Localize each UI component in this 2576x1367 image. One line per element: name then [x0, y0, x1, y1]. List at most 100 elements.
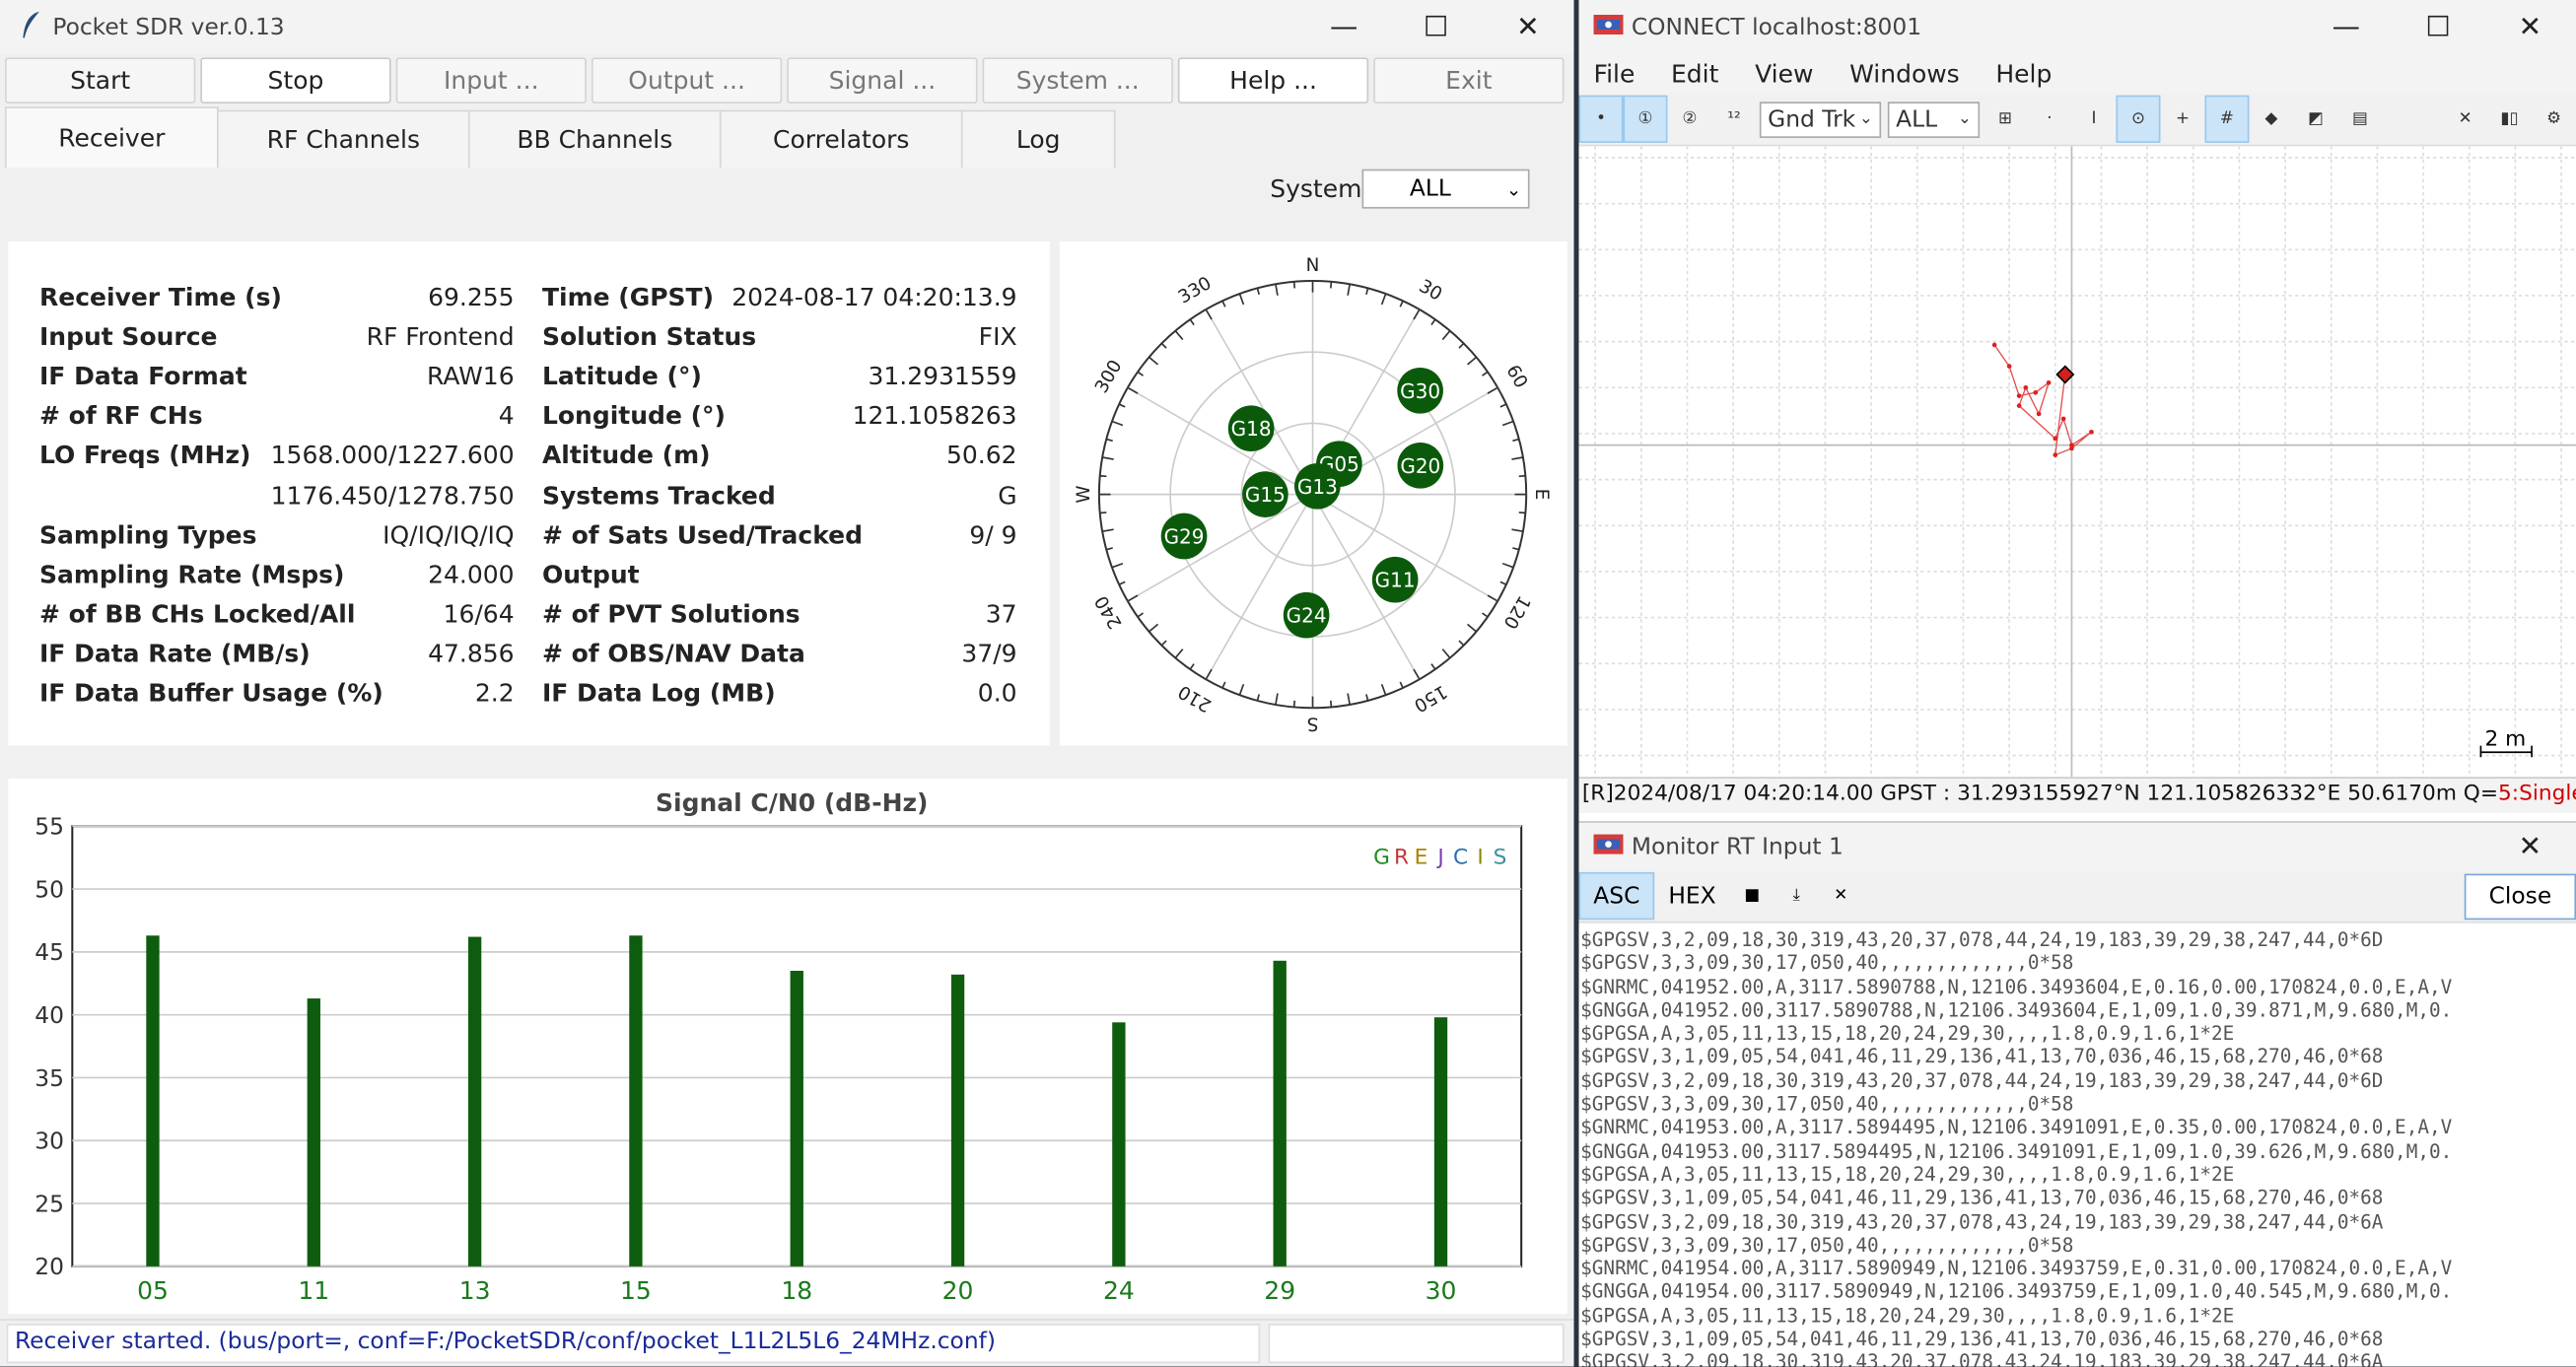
plot-type-select[interactable]: Gnd Trk ⌄	[1759, 101, 1882, 138]
monitor-titlebar[interactable]: Monitor RT Input 1 ✕	[1578, 822, 2576, 871]
cardinal-label: N	[1306, 255, 1320, 276]
y-tick-label: 50	[35, 875, 64, 903]
image-icon[interactable]: ◩	[2293, 96, 2337, 143]
system-filter-select[interactable]: ALL ⌄	[1887, 101, 1981, 138]
maximize-icon[interactable]: ☐	[2392, 11, 2483, 43]
ground-track-plot[interactable]: 2 m	[1578, 146, 2576, 778]
satellite-marker[interactable]: G30	[1397, 367, 1443, 414]
tab-receiver[interactable]: Receiver	[4, 106, 219, 168]
track-point	[1991, 342, 1997, 348]
nmea-line: $GNGGA,041952.00,3117.5890788,N,12106.34…	[1580, 998, 2453, 1022]
menu-windows[interactable]: Windows	[1849, 59, 1960, 89]
status-text: Receiver started. (bus/port=, conf=F:/Po…	[6, 1324, 1261, 1364]
nmea-line: $GNRMC,041952.00,A,3117.5890788,N,12106.…	[1580, 975, 2453, 998]
maximize-icon[interactable]: ☐	[1390, 11, 1482, 43]
pocket-titlebar[interactable]: Pocket SDR ver.0.13 — ☐ ✕	[0, 0, 1574, 54]
satellite-marker[interactable]: G15	[1242, 471, 1288, 517]
legend-letter: E	[1415, 846, 1428, 870]
grid-icon[interactable]: #	[2204, 95, 2250, 143]
settings-icon[interactable]: ⚙	[2532, 96, 2576, 143]
x-tick-label: 05	[137, 1276, 169, 1305]
legend-letter: J	[1435, 846, 1443, 870]
menu-file[interactable]: File	[1594, 59, 1636, 89]
close-icon[interactable]: ✕	[2484, 830, 2576, 862]
errbar-icon[interactable]: I	[2071, 96, 2116, 143]
track-point	[2016, 393, 2022, 398]
monitor-output[interactable]: $GPGSV,3,2,09,18,30,319,43,20,37,078,44,…	[1579, 928, 2576, 1367]
tab-rf-channels[interactable]: RF Channels	[216, 109, 470, 168]
input-button[interactable]: Input ...	[395, 57, 587, 103]
help-button[interactable]: Help ...	[1177, 57, 1369, 103]
info-label: # of PVT Solutions	[541, 598, 801, 629]
connect-titlebar[interactable]: CONNECT localhost:8001 — ☐ ✕	[1578, 0, 2576, 54]
chevron-down-icon: ⌄	[1505, 177, 1522, 200]
status-bar: Receiver started. (bus/port=, conf=F:/Po…	[0, 1319, 1574, 1367]
clear-icon[interactable]: ✕	[1819, 872, 1863, 920]
satellite-marker[interactable]: G29	[1160, 513, 1208, 560]
clear-icon[interactable]: ✕	[2443, 96, 2487, 143]
satellite-marker[interactable]: G20	[1397, 443, 1444, 489]
menu-help[interactable]: Help	[1995, 59, 2052, 89]
feather-icon	[20, 9, 42, 45]
zoom-icon[interactable]: ⊞	[1983, 96, 2027, 143]
satellite-label: G20	[1400, 454, 1440, 478]
nmea-line: $GPGSV,3,3,09,30,17,050,40,,,,,,,,,,,,,0…	[1580, 951, 2074, 975]
marker-icon[interactable]: ◆	[2249, 96, 2293, 143]
hex-tab[interactable]: HEX	[1654, 872, 1730, 920]
stop-icon[interactable]: ■	[1730, 872, 1775, 920]
rtk-app-icon	[1592, 11, 1625, 43]
signal-button[interactable]: Signal ...	[787, 57, 978, 103]
map-icon[interactable]: ▤	[2337, 96, 2382, 143]
menu-edit[interactable]: Edit	[1671, 59, 1718, 89]
y-tick-label: 25	[35, 1190, 64, 1217]
info-value: 9/ 9	[969, 519, 1017, 550]
solution2-icon[interactable]: ②	[1667, 96, 1711, 143]
exit-button[interactable]: Exit	[1373, 57, 1565, 103]
close-icon[interactable]: ✕	[1482, 11, 1573, 43]
point-mode-icon[interactable]: •	[1578, 95, 1624, 143]
cardinal-label: S	[1307, 713, 1319, 733]
legend-letter: S	[1494, 846, 1507, 870]
info-value: 24.000	[428, 559, 515, 589]
azimuth-label: 330	[1175, 273, 1216, 308]
info-label: # of RF CHs	[38, 401, 203, 432]
satellite-marker[interactable]: G11	[1371, 556, 1419, 603]
close-button[interactable]: Close	[2464, 872, 2576, 920]
pocket-sdr-window: Pocket SDR ver.0.13 — ☐ ✕ Start Stop Inp…	[0, 0, 1574, 1367]
tab-correlators[interactable]: Correlators	[719, 109, 963, 168]
y-tick-label: 35	[35, 1064, 64, 1092]
info-label: LO Freqs (MHz)	[38, 441, 251, 471]
minimize-icon[interactable]: —	[2300, 11, 2392, 43]
solution1-icon[interactable]: ①	[1623, 95, 1668, 143]
cn0-bar	[629, 935, 643, 1266]
nmea-line: $GPGSA,A,3,05,11,13,15,18,20,24,29,30,,,…	[1580, 1303, 2235, 1328]
minimize-icon[interactable]: —	[1298, 11, 1390, 43]
asc-tab[interactable]: ASC	[1578, 871, 1655, 921]
satellite-marker[interactable]: G18	[1227, 405, 1275, 452]
satellite-marker[interactable]: G13	[1294, 462, 1341, 510]
x-tick-label: 11	[298, 1276, 329, 1305]
connect-window: CONNECT localhost:8001 — ☐ ✕ File Edit V…	[1578, 0, 2576, 822]
system-button[interactable]: System ...	[982, 57, 1173, 103]
track-point	[2033, 389, 2039, 395]
solution12-icon[interactable]: ¹²	[1711, 96, 1756, 143]
start-button[interactable]: Start	[4, 57, 196, 103]
download-icon[interactable]: ⤓	[1775, 872, 1819, 920]
satellite-label: G18	[1231, 417, 1272, 441]
panel-icon[interactable]: ▮▯	[2487, 96, 2532, 143]
menu-view[interactable]: View	[1755, 59, 1813, 89]
tab-bb-channels[interactable]: BB Channels	[467, 109, 722, 168]
tab-log[interactable]: Log	[960, 109, 1116, 168]
stop-button[interactable]: Stop	[200, 57, 391, 103]
y-tick-label: 30	[35, 1128, 64, 1155]
dot-icon[interactable]: ·	[2027, 96, 2071, 143]
connect-status-bar: [R]2024/08/17 04:20:14.00 GPST : 31.2931…	[1578, 777, 2576, 813]
satellite-marker[interactable]: G24	[1283, 591, 1330, 639]
output-button[interactable]: Output ...	[591, 57, 783, 103]
center-icon[interactable]: ⊙	[2116, 95, 2161, 143]
info-value: 16/64	[443, 598, 515, 629]
system-select[interactable]: ALL ⌄	[1361, 169, 1530, 209]
close-icon[interactable]: ✕	[2484, 11, 2576, 43]
legend-letter: I	[1477, 846, 1483, 870]
origin-icon[interactable]: +	[2160, 96, 2204, 143]
